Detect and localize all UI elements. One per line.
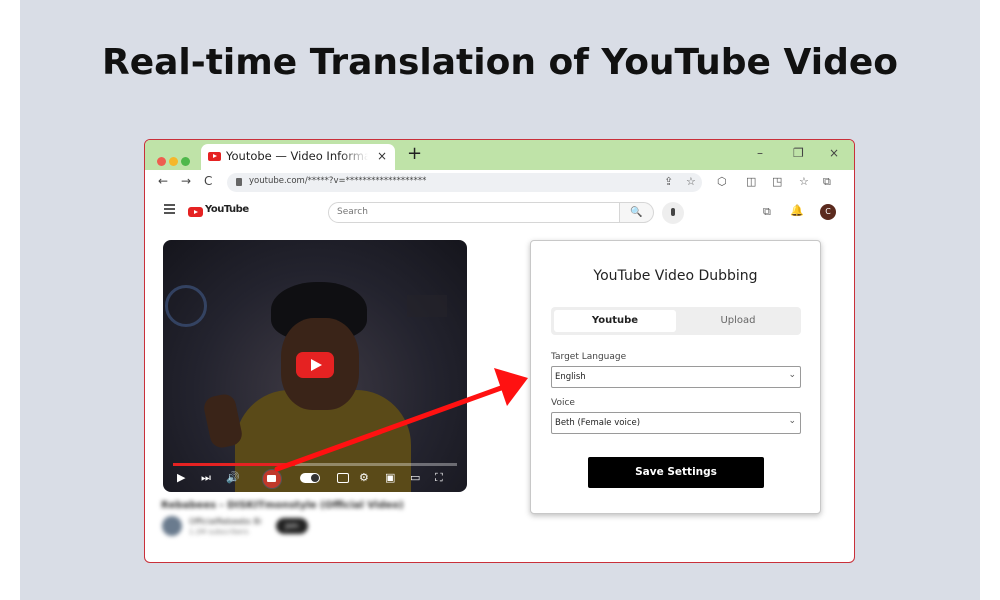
restore-window-button[interactable]: ❐ — [793, 146, 804, 160]
chevron-down-icon: ⌄ — [788, 416, 796, 426]
youtube-favicon-icon — [208, 152, 221, 161]
minimize-dot[interactable] — [169, 157, 178, 166]
wall-clock-decoration — [165, 285, 207, 327]
menu-icon[interactable] — [164, 204, 175, 216]
theater-mode-icon[interactable]: ▭ — [410, 471, 420, 484]
channel-subscribers: 1.2M subscribers — [189, 528, 249, 536]
next-icon[interactable]: ⏭ — [201, 471, 211, 485]
back-button[interactable]: ← — [158, 174, 168, 188]
forward-button[interactable]: → — [181, 174, 191, 188]
channel-name[interactable]: OfficialRebeebs Bi — [189, 517, 261, 526]
search-input[interactable] — [337, 207, 577, 217]
join-button[interactable]: Join — [276, 518, 308, 534]
autoplay-toggle[interactable] — [300, 473, 320, 483]
address-bar: ← → C youtube.com/*****?v=**************… — [145, 170, 854, 194]
page-headline: Real-time Translation of YouTube Video — [102, 42, 898, 83]
url-field[interactable]: youtube.com/*****?v=******************* — [227, 173, 702, 192]
video-player[interactable]: ▶ ⏭ 🔊 ⚙ ▣ ▭ ⛶ — [163, 240, 467, 492]
tab-bar: Youtobe — Video Information × + – ❐ × — [145, 140, 854, 170]
zoom-dot[interactable] — [181, 157, 190, 166]
play-icon[interactable]: ▶ — [177, 471, 185, 484]
youtube-logo-text[interactable]: YouTube — [205, 204, 249, 215]
tab-title: Youtobe — Video Information — [226, 149, 368, 163]
dubbing-extension-icon[interactable] — [262, 469, 282, 489]
chevron-down-icon: ⌄ — [788, 370, 796, 380]
browser-tab[interactable]: Youtobe — Video Information × — [201, 144, 395, 170]
tab-upload[interactable]: Upload — [677, 310, 799, 332]
url-text: youtube.com/*****?v=******************* — [249, 176, 427, 186]
share-icon[interactable]: ⇪ — [664, 175, 673, 188]
panel-title: YouTube Video Dubbing — [593, 268, 758, 284]
browser-window: Youtobe — Video Information × + – ❐ × ← … — [144, 139, 855, 563]
video-title[interactable]: Rebabees - DISKITmonstyle (Official Vide… — [161, 500, 404, 511]
new-tab-button[interactable]: + — [407, 143, 422, 164]
bookmark-icon[interactable]: ☆ — [686, 175, 696, 188]
save-settings-button[interactable]: Save Settings — [588, 457, 764, 488]
search-box[interactable] — [328, 202, 620, 223]
minimize-window-button[interactable]: – — [757, 146, 763, 160]
progress-fill — [173, 463, 296, 466]
source-tabs: Youtube Upload — [551, 307, 801, 335]
miniplayer-icon[interactable]: ▣ — [385, 471, 395, 484]
shelf-decoration — [407, 295, 447, 317]
tab-close-icon[interactable]: × — [377, 149, 387, 163]
voice-select[interactable]: Beth (Female voice) ⌄ — [551, 412, 801, 434]
search-button[interactable]: 🔍 — [620, 202, 654, 223]
voice-value: Beth (Female voice) — [555, 418, 641, 428]
create-video-icon[interactable]: ⧉ — [763, 205, 771, 219]
subtitles-icon[interactable] — [337, 473, 349, 483]
arrow-head — [494, 368, 528, 406]
reading-view-icon[interactable]: ◳ — [772, 175, 782, 188]
favorites-icon[interactable]: ☆ — [799, 175, 809, 188]
progress-bar[interactable] — [173, 463, 457, 466]
microphone-icon[interactable] — [662, 202, 684, 224]
volume-icon[interactable]: 🔊 — [226, 471, 240, 484]
close-dot[interactable] — [157, 157, 166, 166]
voice-label: Voice — [551, 398, 575, 408]
notifications-icon[interactable]: 🔔 — [790, 204, 804, 217]
target-language-label: Target Language — [551, 352, 627, 362]
person-hand — [201, 392, 245, 450]
lock-icon — [236, 178, 242, 186]
close-window-button[interactable]: × — [829, 146, 839, 160]
traffic-lights — [157, 151, 193, 170]
play-button[interactable] — [296, 352, 334, 378]
settings-icon[interactable]: ⚙ — [359, 471, 369, 484]
target-language-value: English — [555, 372, 586, 382]
fullscreen-icon[interactable]: ⛶ — [435, 471, 443, 485]
dubbing-panel: YouTube Video Dubbing Youtube Upload Tar… — [530, 240, 821, 514]
split-view-icon[interactable]: ◫ — [746, 175, 756, 188]
channel-avatar[interactable] — [162, 516, 182, 536]
collections-icon[interactable]: ⧉ — [823, 175, 831, 189]
reload-button[interactable]: C — [204, 174, 212, 188]
youtube-header: YouTube 🔍 ⧉ 🔔 C — [145, 194, 854, 226]
extension-icon[interactable]: ⬡ — [717, 175, 727, 188]
tab-youtube[interactable]: Youtube — [554, 310, 676, 332]
target-language-select[interactable]: English ⌄ — [551, 366, 801, 388]
youtube-logo-icon[interactable] — [188, 207, 203, 217]
user-avatar[interactable]: C — [820, 204, 836, 220]
